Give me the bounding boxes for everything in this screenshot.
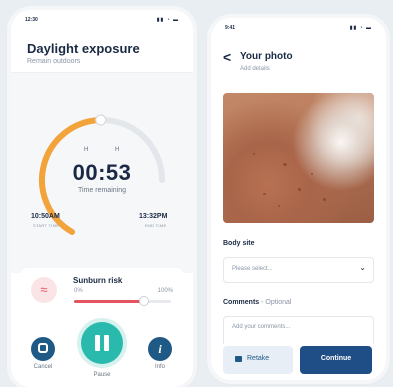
body-site-select[interactable]: Please select... ⌄: [223, 257, 374, 283]
end-time-label: END TIME: [145, 223, 167, 228]
cancel-button[interactable]: [31, 337, 55, 361]
comments-label: Comments - Optional: [223, 299, 291, 306]
cancel-label: Cancel: [33, 364, 53, 370]
risk-meter: [74, 297, 171, 305]
risk-meter-knob: [139, 297, 148, 305]
retake-label: Retake: [247, 355, 270, 362]
pause-icon: [95, 335, 100, 351]
status-bar: 9:41 ▮▮ ◔ ▬: [225, 25, 372, 33]
chevron-down-icon: ⌄: [359, 263, 366, 272]
sunburn-risk-card: ≈ Sunburn risk 0% 100%: [21, 268, 183, 314]
page-subtitle: Add details: [240, 66, 270, 72]
continue-button[interactable]: Continue: [300, 346, 372, 374]
risk-max-label: 100%: [157, 288, 173, 294]
pause-button[interactable]: [81, 322, 123, 364]
retake-button[interactable]: Retake: [223, 346, 293, 374]
skin-photo: [223, 93, 374, 223]
comments-optional: - Optional: [259, 299, 292, 306]
info-label: Info: [154, 364, 165, 370]
status-time: 9:41: [225, 25, 236, 31]
status-icons: ▮▮ ◔ ▬: [349, 25, 372, 31]
countdown-timer: 00:53: [72, 160, 132, 185]
body-site-label: Body site: [223, 240, 255, 247]
hour-marker-right: H: [115, 147, 120, 153]
timer-label: Time remaining: [78, 187, 126, 194]
hour-marker-left: H: [84, 147, 89, 153]
start-time: 10:50AM: [31, 213, 60, 220]
end-time: 13:32PM: [139, 213, 168, 220]
control-bar: Cancel Pause i Info: [11, 316, 193, 387]
pause-label: Pause: [93, 372, 111, 378]
gauge-knob: [95, 114, 107, 126]
body-site-placeholder: Please select...: [232, 266, 273, 272]
continue-label: Continue: [320, 355, 352, 362]
sunburn-risk-title: Sunburn risk: [73, 276, 123, 285]
page-title: Your photo: [240, 51, 293, 62]
info-icon: i: [158, 342, 162, 356]
screen-header: 9:41 ▮▮ ◔ ▬ < Your photo Add details: [211, 18, 386, 80]
action-bar: Retake Continue: [211, 344, 386, 380]
comments-placeholder: Add your comments...: [232, 324, 291, 330]
pause-icon-bar: [104, 335, 109, 351]
stop-icon: [38, 343, 48, 353]
start-time-label: START TIME: [33, 223, 60, 228]
camera-icon: [235, 356, 242, 362]
comments-label-text: Comments: [223, 299, 260, 306]
info-button[interactable]: i: [148, 337, 172, 361]
risk-min-label: 0%: [74, 288, 83, 294]
heat-waves-icon: ≈: [31, 277, 57, 303]
back-arrow-icon[interactable]: <: [223, 49, 231, 65]
your-photo-screen: 9:41 ▮▮ ◔ ▬ < Your photo Add details Bod…: [211, 18, 386, 380]
daylight-exposure-screen: 12:30 ▮▮ ◔ ▬ Daylight exposure Remain ou…: [11, 10, 193, 387]
risk-meter-fill: [74, 300, 144, 303]
